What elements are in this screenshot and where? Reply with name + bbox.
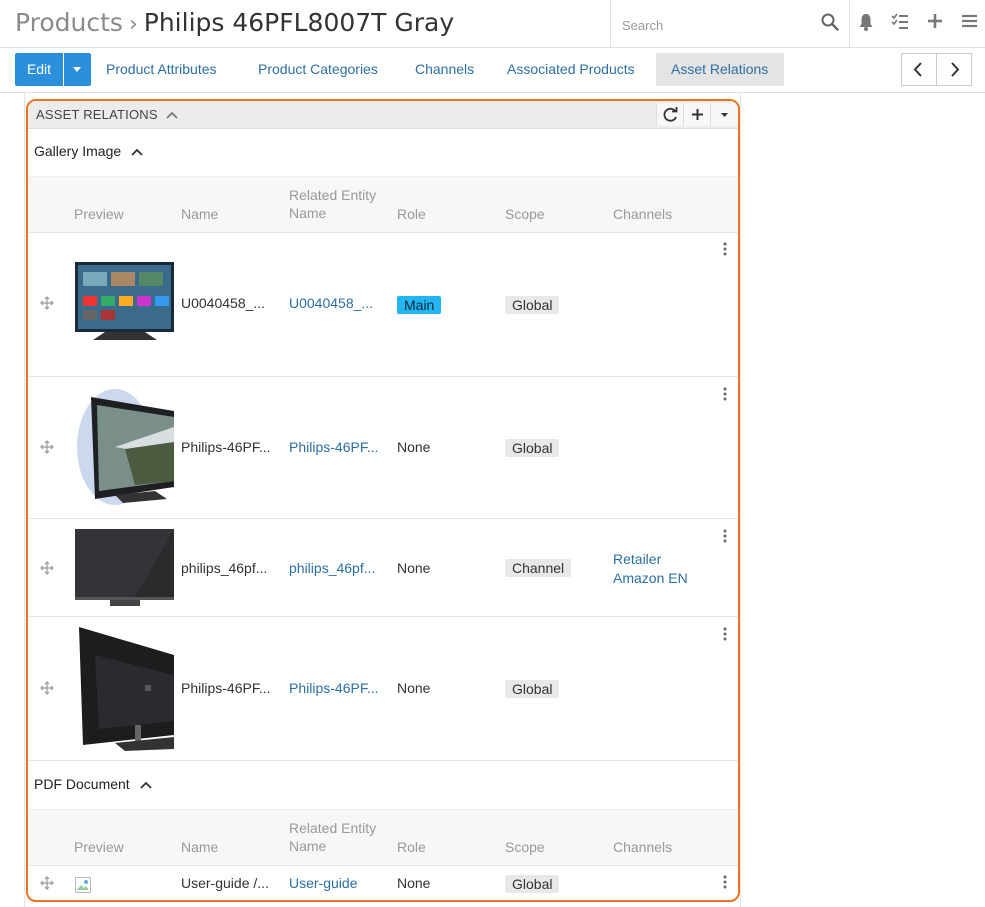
- preview-image[interactable]: [75, 527, 174, 609]
- row-actions-icon[interactable]: [722, 242, 728, 261]
- column-name[interactable]: Name: [181, 838, 218, 856]
- drag-handle-icon[interactable]: [40, 440, 54, 459]
- column-role[interactable]: Role: [397, 205, 426, 223]
- column-preview[interactable]: Preview: [74, 205, 124, 223]
- asset-name: U0040458_...: [181, 295, 266, 311]
- scope-badge: Global: [505, 875, 560, 893]
- tab-product-categories[interactable]: Product Categories: [243, 53, 393, 86]
- breadcrumb-products[interactable]: Products: [15, 8, 123, 37]
- broken-image-icon[interactable]: [75, 877, 91, 893]
- tab-product-attributes[interactable]: Product Attributes: [91, 53, 232, 86]
- column-role[interactable]: Role: [397, 838, 426, 856]
- role-value: None: [397, 875, 431, 891]
- drag-handle-icon[interactable]: [40, 876, 54, 895]
- column-related-entity-name[interactable]: Related Entity Name: [289, 186, 389, 222]
- chevron-left-icon: [913, 62, 922, 77]
- refresh-button[interactable]: [656, 103, 684, 126]
- column-related-entity-name[interactable]: Related Entity Name: [289, 819, 389, 855]
- preview-image[interactable]: [75, 625, 174, 753]
- add-relation-button[interactable]: [683, 103, 711, 126]
- table-row[interactable]: User-guide /... User-guide None Global: [28, 865, 738, 900]
- search-input[interactable]: [620, 13, 814, 37]
- panel-title[interactable]: ASSET RELATIONS: [36, 107, 178, 122]
- content-divider-left: [24, 92, 25, 907]
- tab-asset-relations[interactable]: Asset Relations: [656, 53, 784, 86]
- gallery-image-section-title[interactable]: Gallery Image: [34, 143, 143, 159]
- search-icon[interactable]: [821, 13, 839, 36]
- column-scope[interactable]: Scope: [505, 838, 545, 856]
- refresh-icon: [663, 107, 678, 122]
- row-actions-icon[interactable]: [722, 529, 728, 548]
- pdf-table-header: Preview Name Related Entity Name Role Sc…: [28, 809, 738, 866]
- table-row[interactable]: Philips-46PF... Philips-46PF... None Glo…: [28, 617, 738, 761]
- related-entity-link[interactable]: Philips-46PF...: [289, 680, 378, 696]
- column-channels[interactable]: Channels: [613, 205, 672, 223]
- table-row[interactable]: U0040458_... U0040458_... Main Global: [28, 232, 738, 377]
- related-entity-link[interactable]: U0040458_...: [289, 295, 373, 311]
- preview-image[interactable]: [75, 387, 174, 509]
- panel-header: ASSET RELATIONS: [28, 101, 738, 129]
- role-value: None: [397, 560, 431, 576]
- row-actions-icon[interactable]: [722, 627, 728, 646]
- next-record-button[interactable]: [936, 53, 972, 86]
- content-divider-right: [740, 92, 741, 907]
- scope-badge: Global: [505, 439, 560, 457]
- gallery-table-header: Preview Name Related Entity Name Role Sc…: [28, 176, 738, 233]
- asset-name: User-guide /...: [181, 875, 269, 891]
- drag-handle-icon[interactable]: [40, 681, 54, 700]
- role-value: None: [397, 680, 431, 696]
- drag-handle-icon[interactable]: [40, 561, 54, 580]
- role-badge: Main: [397, 296, 442, 314]
- panel-menu-button[interactable]: [710, 103, 738, 126]
- column-preview[interactable]: Preview: [74, 838, 124, 856]
- bell-icon[interactable]: [858, 12, 874, 37]
- scope-badge: Global: [505, 680, 560, 698]
- breadcrumb-separator: ›: [128, 12, 138, 37]
- related-entity-link[interactable]: philips_46pf...: [289, 560, 375, 576]
- edit-button[interactable]: Edit: [15, 53, 63, 86]
- previous-record-button[interactable]: [901, 53, 937, 86]
- plus-icon[interactable]: [927, 12, 943, 35]
- asset-name: Philips-46PF...: [181, 439, 271, 455]
- column-name[interactable]: Name: [181, 205, 218, 223]
- role-value: None: [397, 439, 431, 455]
- caret-down-icon: [721, 113, 728, 117]
- table-row[interactable]: philips_46pf... philips_46pf... None Cha…: [28, 519, 738, 617]
- global-search: [610, 0, 850, 47]
- chevron-up-icon: [165, 111, 178, 119]
- edit-dropdown-button[interactable]: [64, 53, 91, 86]
- task-list-icon[interactable]: [891, 12, 909, 35]
- table-row[interactable]: Philips-46PF... Philips-46PF... None Glo…: [28, 377, 738, 519]
- related-entity-link[interactable]: User-guide: [289, 875, 357, 891]
- chevron-right-icon: [951, 62, 960, 77]
- product-title: Philips 46PFL8007T Gray: [143, 8, 455, 37]
- tab-associated-products[interactable]: Associated Products: [492, 53, 650, 86]
- tab-channels[interactable]: Channels: [400, 53, 489, 86]
- asset-relations-panel: ASSET RELATIONS Gallery Image Preview Na…: [26, 99, 740, 902]
- scope-badge: Channel: [505, 559, 572, 577]
- top-bar: Products › Philips 46PFL8007T Gray: [0, 0, 985, 48]
- asset-name: Philips-46PF...: [181, 680, 271, 696]
- chevron-up-icon: [131, 148, 143, 156]
- preview-image[interactable]: [75, 252, 174, 352]
- asset-name: philips_46pf...: [181, 560, 268, 576]
- row-actions-icon[interactable]: [722, 387, 728, 406]
- pdf-document-section-title[interactable]: PDF Document: [34, 776, 152, 792]
- page-title: Products › Philips 46PFL8007T Gray: [15, 8, 454, 37]
- record-toolbar: Edit Product Attributes Product Categori…: [0, 48, 985, 93]
- drag-handle-icon[interactable]: [40, 296, 54, 315]
- row-actions-icon[interactable]: [722, 875, 728, 894]
- plus-icon: [692, 109, 703, 120]
- menu-icon[interactable]: [961, 12, 978, 35]
- related-entity-link[interactable]: Philips-46PF...: [289, 439, 378, 455]
- scope-badge: Global: [505, 296, 560, 314]
- column-channels[interactable]: Channels: [613, 838, 672, 856]
- column-scope[interactable]: Scope: [505, 205, 545, 223]
- chevron-up-icon: [139, 781, 152, 789]
- channel-link[interactable]: Retailer Amazon EN: [613, 550, 703, 588]
